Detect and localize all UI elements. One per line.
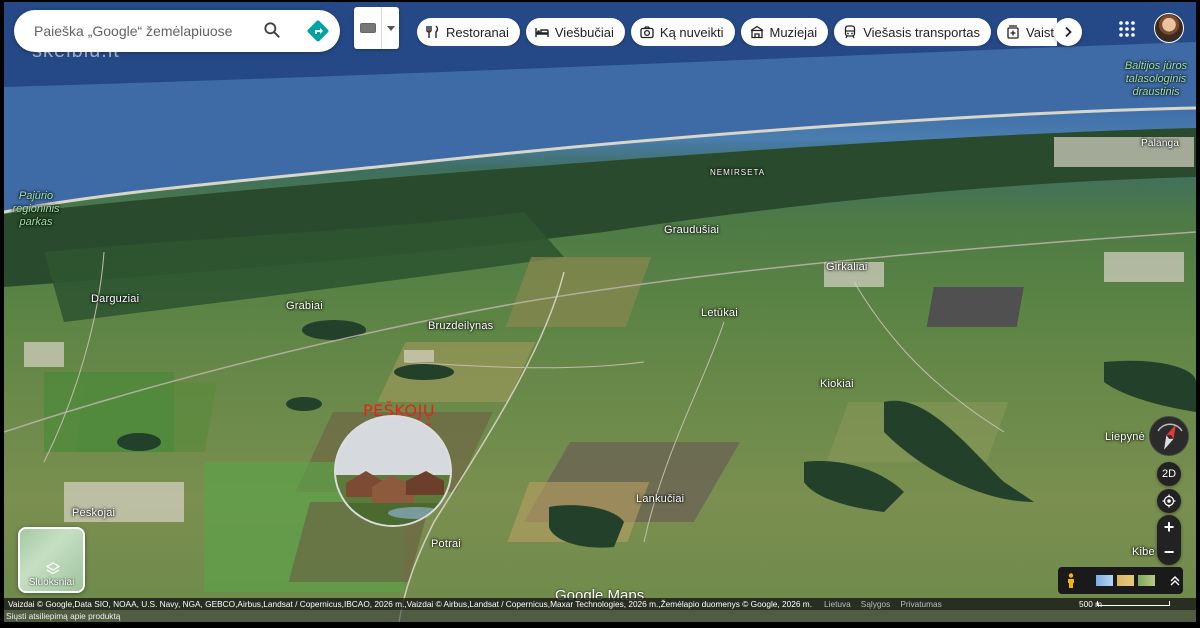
chevron-up-icon[interactable] xyxy=(1169,575,1181,587)
chip-label: Vaistinės xyxy=(1026,24,1057,40)
camera-icon xyxy=(640,26,654,39)
street-view-dock xyxy=(1058,567,1183,594)
compass-icon xyxy=(1157,423,1183,450)
place-label-liepyne[interactable]: Liepynė xyxy=(1105,431,1145,443)
place-label-palanga[interactable]: Palanga xyxy=(1141,138,1179,149)
place-label-girkaliai[interactable]: Girkaliai xyxy=(826,261,868,273)
zoom-out-button[interactable]: − xyxy=(1157,540,1181,565)
my-location-icon xyxy=(1162,494,1176,508)
park-label-line: parkas xyxy=(19,216,53,228)
footer-link-terms[interactable]: Sąlygos xyxy=(861,599,891,609)
search-input[interactable] xyxy=(34,23,254,39)
chip-transit[interactable]: Viešasis transportas xyxy=(834,18,992,46)
place-label-grabiai[interactable]: Grabiai xyxy=(286,300,323,312)
chevron-down-icon[interactable] xyxy=(387,25,395,31)
chip-label: Muziejai xyxy=(769,24,818,40)
keyboard-icon xyxy=(360,23,376,33)
toggle-2d-button[interactable]: 2D xyxy=(1157,462,1181,486)
send-feedback-link[interactable]: Siųsti atsiliepimą apie produktą xyxy=(4,610,1196,622)
park-label-pajurio[interactable]: Pajūrio regioninis parkas xyxy=(4,190,68,229)
park-label-line: regioninis xyxy=(12,203,60,215)
zoom-control: + − xyxy=(1157,515,1181,565)
watermark: skelbiu.lt xyxy=(32,40,120,62)
hotel-icon xyxy=(535,28,549,37)
imagery-thumbnail-1[interactable] xyxy=(1096,575,1113,586)
park-label-line: draustinis xyxy=(1132,86,1180,98)
chip-museums[interactable]: Muziejai xyxy=(740,18,829,46)
imagery-thumbnail-3[interactable] xyxy=(1138,575,1155,586)
compass-button[interactable] xyxy=(1149,416,1189,456)
account-avatar[interactable] xyxy=(1154,13,1184,43)
layers-button[interactable]: Sluoksniai xyxy=(18,527,85,593)
place-label-potrai[interactable]: Potrai xyxy=(431,538,461,550)
chip-label: Viešasis transportas xyxy=(863,24,981,40)
place-label-darguziai[interactable]: Darguziai xyxy=(91,293,139,305)
chip-hotels[interactable]: Viešbučiai xyxy=(525,18,625,46)
toggle-2d-label: 2D xyxy=(1161,468,1177,480)
museum-icon xyxy=(750,25,763,39)
my-location-button[interactable] xyxy=(1157,489,1181,513)
chip-label: Restoranai xyxy=(446,24,509,40)
pegman-icon[interactable] xyxy=(1066,572,1076,589)
estate-photo-thumbnail xyxy=(334,415,452,527)
layers-label: Sluoksniai xyxy=(28,577,75,588)
transit-icon xyxy=(845,25,856,39)
place-label-kiokiai[interactable]: Kiokiai xyxy=(820,378,854,390)
park-label-line: Baltijos jūros xyxy=(1124,60,1188,72)
zoom-in-button[interactable]: + xyxy=(1157,515,1181,540)
search-icon[interactable] xyxy=(262,20,282,40)
scale-bar xyxy=(1097,601,1170,606)
footer-link-country[interactable]: Lietuva xyxy=(824,599,851,609)
place-label-peskojai[interactable]: Peskojai xyxy=(72,507,115,519)
place-label-lankuciai[interactable]: Lankučiai xyxy=(636,493,684,505)
apps-grid-icon[interactable] xyxy=(1118,20,1136,38)
place-label-kibe[interactable]: Kibe xyxy=(1132,546,1155,558)
park-label-line: talasologinis xyxy=(1125,73,1187,85)
divider xyxy=(381,7,382,49)
directions-icon[interactable] xyxy=(306,19,330,43)
chip-things-to-do[interactable]: Ką nuveikti xyxy=(630,18,735,46)
park-label-baltijos[interactable]: Baltijos jūros talasologinis draustinis xyxy=(1116,60,1196,99)
attribution-bar: Vaizdai © Google,Data SIO, NOAA, U.S. Na… xyxy=(4,598,1196,610)
pharmacy-icon xyxy=(1007,25,1019,39)
map-canvas[interactable]: NEMIRSETA Palanga Graudušiai Girkaliai D… xyxy=(4,2,1196,622)
restaurant-icon xyxy=(426,25,439,38)
category-chips: Restoranai Viešbučiai Ką nuveikti Muziej… xyxy=(417,18,1057,46)
chip-pharmacies[interactable]: Vaistinės xyxy=(997,18,1057,46)
chevron-right-icon xyxy=(1065,26,1072,38)
input-tools-button[interactable] xyxy=(354,7,399,49)
chip-restaurants[interactable]: Restoranai xyxy=(417,18,520,46)
attribution-text: Vaizdai © Google,Data SIO, NOAA, U.S. Na… xyxy=(8,599,813,609)
place-label-letukai[interactable]: Letūkai xyxy=(701,307,738,319)
layers-icon xyxy=(46,562,60,575)
place-label-nemirseta[interactable]: NEMIRSETA xyxy=(710,168,765,177)
footer-link-privacy[interactable]: Privatumas xyxy=(900,599,942,609)
chip-label: Ką nuveikti xyxy=(659,24,724,40)
place-label-bruzdeilynas[interactable]: Bruzdeilynas xyxy=(428,320,493,332)
chip-label: Viešbučiai xyxy=(554,24,614,40)
chips-scroll-right-button[interactable] xyxy=(1054,18,1082,46)
park-label-line: Pajūrio xyxy=(18,190,54,202)
place-label-graudusiai[interactable]: Graudušiai xyxy=(664,224,719,236)
satellite-terrain xyxy=(4,2,1196,622)
imagery-thumbnail-2[interactable] xyxy=(1117,575,1134,586)
